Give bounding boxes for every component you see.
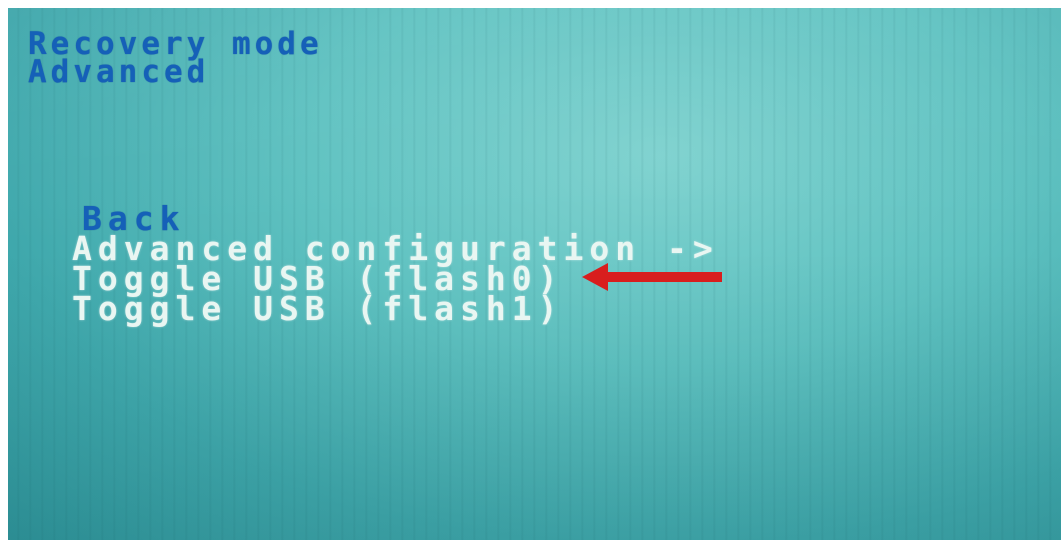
photo-frame: Recovery mode Advanced Back Advanced con…: [0, 0, 1061, 540]
red-arrow-icon: [582, 263, 722, 291]
recovery-screen: Recovery mode Advanced Back Advanced con…: [8, 8, 1061, 540]
header-subtitle: Advanced: [28, 54, 210, 90]
screen-header: Recovery mode Advanced: [28, 29, 323, 90]
menu-item-toggle-usb-flash1[interactable]: Toggle USB (flash1): [72, 292, 719, 325]
